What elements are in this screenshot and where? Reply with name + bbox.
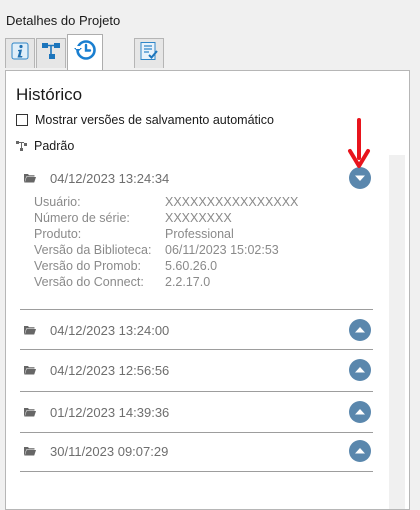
history-entry[interactable]: 04/12/2023 13:24:00 [20, 312, 373, 348]
vertical-scrollbar[interactable] [389, 155, 405, 509]
chevron-up-icon [355, 448, 365, 454]
expand-toggle-button[interactable] [349, 359, 371, 381]
checklist-icon [139, 41, 159, 66]
history-icon [72, 37, 98, 68]
detail-value: 2.2.17.0 [165, 275, 211, 289]
tab-structure[interactable] [36, 38, 66, 68]
folder-icon [24, 408, 36, 417]
detail-value: Professional [165, 227, 234, 241]
panel-title: Detalhes do Projeto [6, 13, 121, 28]
detail-key: Versão do Promob: [34, 259, 142, 273]
folder-icon [24, 447, 36, 456]
history-entry-date: 04/12/2023 12:56:56 [50, 362, 170, 378]
history-entry[interactable]: 30/11/2023 09:07:29 [20, 433, 373, 469]
autosave-checkbox-label: Mostrar versões de salvamento automático [35, 113, 274, 127]
history-entry[interactable]: 04/12/2023 13:24:34 [20, 160, 373, 196]
entry-divider [20, 471, 373, 472]
info-icon [10, 41, 30, 66]
detail-key: Versão do Connect: [34, 275, 144, 289]
detail-value: XXXXXXXX [165, 211, 232, 225]
expand-toggle-button[interactable] [349, 319, 371, 341]
tab-history[interactable] [67, 34, 103, 70]
history-entry-date: 04/12/2023 13:24:00 [50, 322, 170, 338]
autosave-checkbox[interactable] [16, 114, 28, 126]
detail-key: Número de série: [34, 211, 130, 225]
detail-key: Produto: [34, 227, 82, 241]
detail-value: 06/11/2023 15:02:53 [165, 243, 279, 257]
tab-checklist[interactable] [134, 38, 164, 68]
autosave-checkbox-row[interactable]: Mostrar versões de salvamento automático [16, 113, 274, 127]
folder-icon [24, 366, 36, 375]
tree-root-standard[interactable]: Padrão [16, 139, 74, 153]
entry-divider [20, 391, 373, 392]
chevron-up-icon [355, 367, 365, 373]
history-entry-date: 30/11/2023 09:07:29 [50, 443, 169, 459]
detail-key: Versão da Biblioteca: [34, 243, 152, 257]
history-entry[interactable]: 01/12/2023 14:39:36 [20, 394, 373, 430]
tab-info[interactable] [5, 38, 35, 68]
chevron-down-icon [355, 175, 365, 181]
section-title: Histórico [16, 85, 83, 104]
detail-value: XXXXXXXXXXXXXXXX [165, 195, 299, 209]
chevron-up-icon [355, 409, 365, 415]
expand-toggle-button[interactable] [349, 401, 371, 423]
detail-key: Usuário: [34, 195, 81, 209]
entry-divider [20, 309, 373, 310]
history-entry-date: 01/12/2023 14:39:36 [50, 404, 170, 420]
hierarchy-icon [41, 41, 61, 66]
collapse-toggle-button[interactable] [349, 167, 371, 189]
folder-icon [24, 174, 36, 183]
detail-value: 5.60.26.0 [165, 259, 218, 273]
folder-icon [24, 326, 36, 335]
history-entry-date: 04/12/2023 13:24:34 [50, 170, 170, 186]
tree-node-icon [16, 141, 27, 151]
entry-divider [20, 349, 373, 350]
chevron-up-icon [355, 327, 365, 333]
annotation-arrow-icon [348, 118, 370, 168]
history-entry[interactable]: 04/12/2023 12:56:56 [20, 352, 373, 388]
expand-toggle-button[interactable] [349, 440, 371, 462]
tree-root-label: Padrão [34, 139, 75, 153]
